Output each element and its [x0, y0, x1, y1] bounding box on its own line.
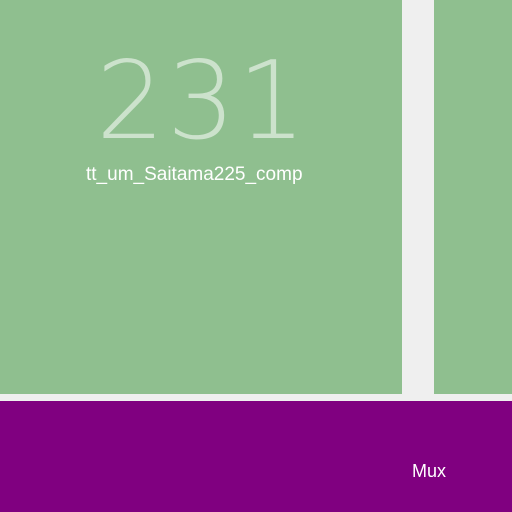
- tile-mux[interactable]: Mux: [0, 401, 512, 512]
- tile-label: tt_um_Saitama225_comp: [86, 164, 303, 185]
- tile-tt-um-saitama225-comp[interactable]: 231 tt_um_Saitama225_comp: [0, 0, 402, 394]
- tile-count: 231: [96, 39, 309, 164]
- tile-label-mux: Mux: [412, 461, 447, 481]
- treemap-screen: 231 tt_um_Saitama225_comp Mux: [0, 0, 512, 512]
- tile-side[interactable]: [434, 0, 512, 394]
